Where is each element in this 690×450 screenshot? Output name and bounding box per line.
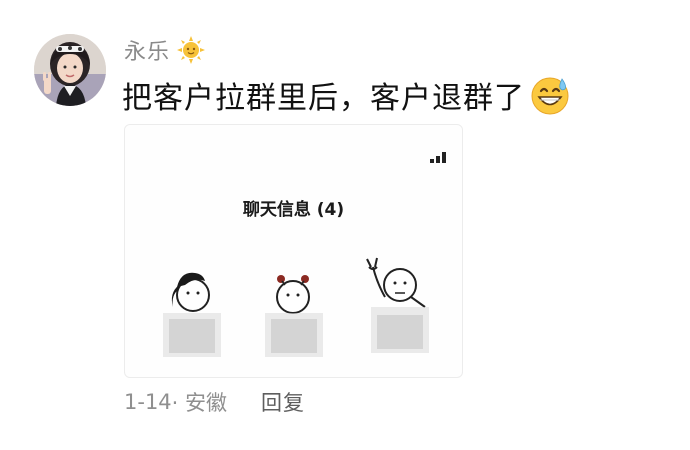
figure-bear-ears bbox=[265, 275, 323, 357]
comment-meta: 1-14 · 安徽 回复 bbox=[124, 386, 305, 418]
avatar[interactable] bbox=[34, 34, 106, 106]
comment-text-content: 把客户拉群里后，客户退群了 bbox=[122, 81, 525, 116]
signal-icon bbox=[430, 152, 446, 163]
chat-info-title: 聊天信息 (4) bbox=[242, 200, 345, 220]
chat-screenshot-image[interactable]: 聊天信息 (4) bbox=[124, 124, 463, 378]
comment-date: 1-14 bbox=[124, 390, 172, 414]
username[interactable]: 永乐 bbox=[124, 34, 170, 66]
sun-icon bbox=[177, 36, 206, 64]
grinning-sweat-icon bbox=[531, 77, 569, 115]
figure-ponytail bbox=[163, 272, 221, 357]
reply-button[interactable]: 回复 bbox=[261, 387, 305, 417]
comment-text: 把客户拉群里后，客户退群了 bbox=[122, 73, 571, 117]
username-row: 永乐 bbox=[124, 34, 206, 66]
comment-item: 永乐 把客户拉群里后，客户退群了 聊天信息 (4) 1-14 · 安徽 回复 bbox=[0, 0, 690, 450]
avatar-image bbox=[34, 34, 106, 106]
figure-waving bbox=[366, 257, 429, 353]
comment-location: · 安徽 bbox=[171, 391, 228, 415]
member-figures bbox=[163, 257, 429, 357]
